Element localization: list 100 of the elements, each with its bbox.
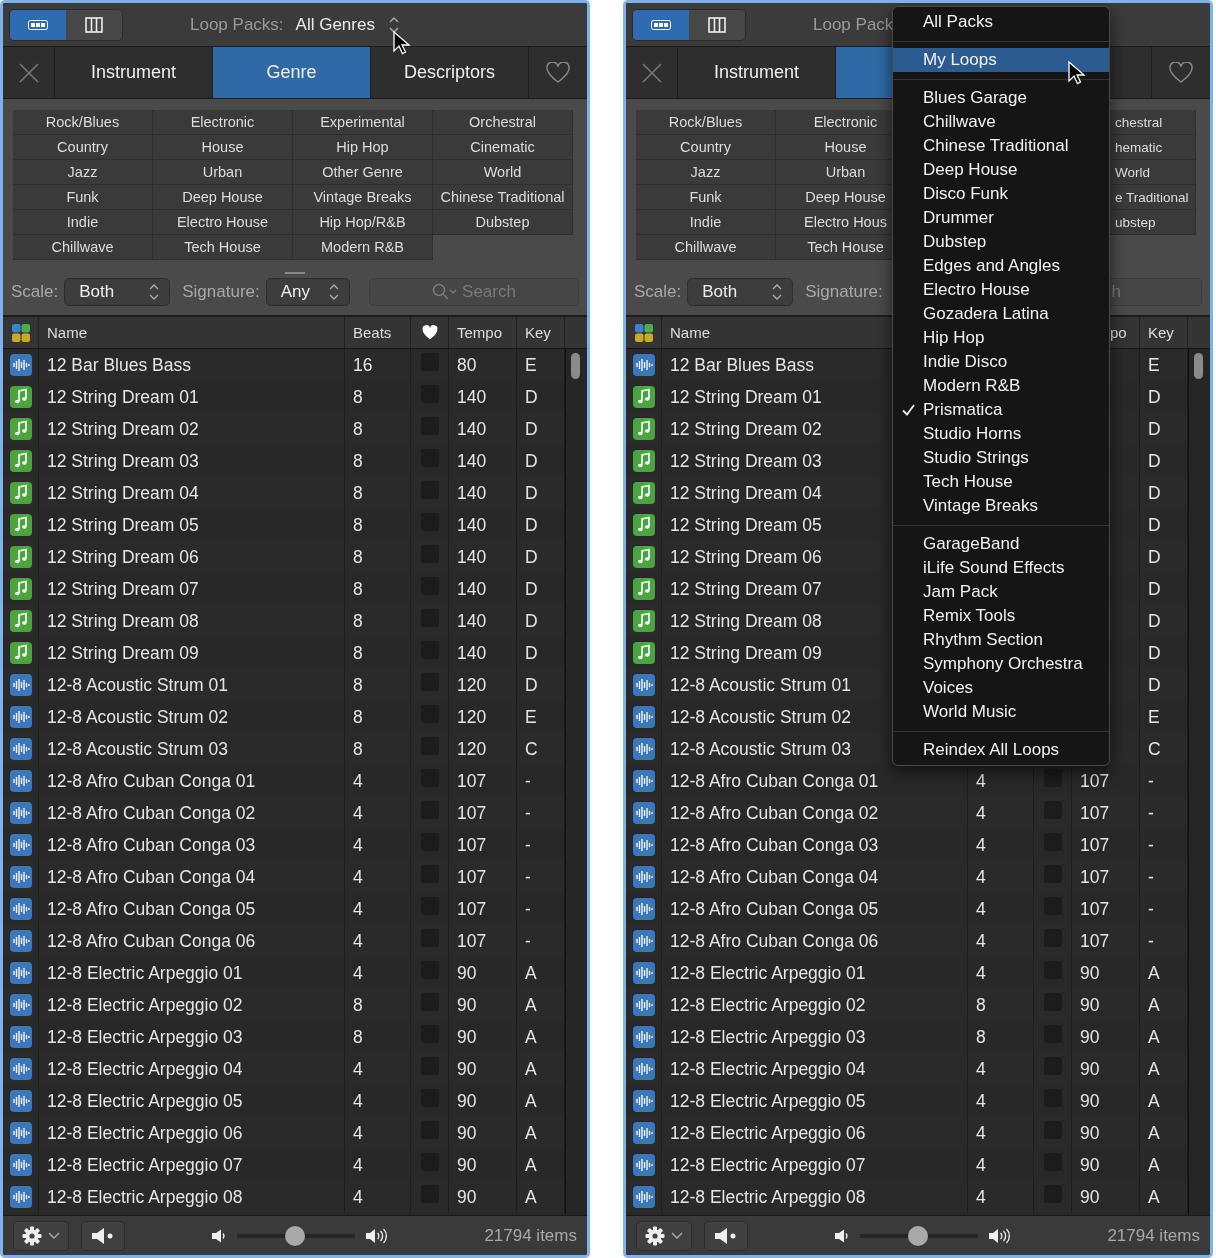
view-toggle[interactable] [10, 9, 66, 40]
music-note-icon [9, 418, 32, 440]
genre-button[interactable]: Indie [13, 210, 153, 235]
view-toggle[interactable] [689, 9, 745, 40]
heart-icon[interactable] [421, 325, 438, 340]
scrollbar-thumb[interactable] [1194, 353, 1203, 379]
column-header[interactable]: Key [525, 324, 551, 341]
genre-button[interactable]: Indie [636, 210, 776, 235]
settings-button[interactable] [636, 1220, 692, 1251]
genre-button[interactable]: Urban [153, 160, 293, 185]
gear-icon [645, 1225, 665, 1246]
column-header[interactable]: Tempo [457, 324, 503, 341]
column-header[interactable]: Key [1148, 324, 1174, 341]
gear-icon [22, 1225, 42, 1246]
genre-button[interactable]: Chinese Traditional [433, 185, 573, 210]
music-note-icon [632, 610, 655, 632]
genre-button[interactable]: Deep House [153, 185, 293, 210]
column-header[interactable]: po [1110, 324, 1127, 341]
genre-button[interactable]: Jazz [636, 160, 776, 185]
genre-button[interactable]: Chillwave [636, 235, 776, 260]
signature-select[interactable]: Any [265, 278, 350, 306]
view-toggle[interactable] [66, 9, 122, 40]
waveform-icon [632, 962, 655, 984]
genre-button[interactable]: Rock/Blues [636, 110, 776, 135]
music-note-icon [632, 450, 655, 472]
music-note-icon [632, 482, 655, 504]
waveform-icon [9, 1154, 32, 1176]
scale-label: Scale: [634, 282, 682, 302]
genre-button[interactable]: Hip Hop [293, 135, 433, 160]
music-note-icon [9, 578, 32, 600]
genre-button[interactable]: Electro House [153, 210, 293, 235]
preview-speaker-button[interactable] [704, 1220, 748, 1251]
volume-low-icon [834, 1228, 850, 1243]
waveform-icon [9, 930, 32, 952]
menu-item[interactable]: Blues Garage [893, 86, 1109, 110]
loop-packs-value[interactable]: All Genres [295, 14, 375, 35]
color-grid-icon[interactable] [634, 323, 653, 342]
genre-button[interactable]: Cinematic [433, 135, 573, 160]
slider-thumb[interactable] [907, 1225, 928, 1246]
tempo-cell: 90 [449, 1181, 517, 1213]
heart-icon [546, 61, 570, 84]
genre-button[interactable]: Funk [636, 185, 776, 210]
volume-low-icon [211, 1228, 227, 1243]
list-view-icon [28, 19, 48, 30]
genre-button[interactable]: World [433, 160, 573, 185]
settings-button[interactable] [13, 1220, 69, 1251]
waveform-icon [9, 738, 32, 760]
list-view-icon [651, 19, 671, 30]
waveform-icon [9, 1090, 32, 1112]
genre-button[interactable]: Other Genre [293, 160, 433, 185]
genre-button[interactable]: Country [13, 135, 153, 160]
scale-select[interactable]: Both [64, 278, 171, 306]
genre-button[interactable]: Orchestral [433, 110, 573, 135]
preview-speaker-button[interactable] [81, 1220, 125, 1251]
genre-button[interactable]: Country [636, 135, 776, 160]
waveform-icon [632, 770, 655, 792]
volume-high-icon [988, 1227, 1012, 1244]
waveform-icon [632, 802, 655, 824]
waveform-icon [9, 834, 32, 856]
caret-icon [48, 1231, 60, 1240]
waveform-icon [9, 1026, 32, 1048]
genre-button[interactable]: Chillwave [13, 235, 153, 260]
menu-item[interactable]: My Loops [893, 48, 1109, 72]
menu-item[interactable]: Electro House [893, 278, 1109, 302]
waveform-icon [9, 898, 32, 920]
genre-button[interactable]: Funk [13, 185, 153, 210]
menu-item[interactable]: All Packs [893, 10, 1109, 34]
genre-button[interactable]: Jazz [13, 160, 153, 185]
waveform-icon [632, 1154, 655, 1176]
column-header[interactable]: Name [670, 324, 710, 341]
view-toggle[interactable] [633, 9, 689, 40]
signature-label: Signature: [805, 282, 883, 302]
tab[interactable]: Genre [213, 47, 371, 98]
music-note-icon [632, 642, 655, 664]
music-note-icon [9, 482, 32, 504]
column-header[interactable]: Name [47, 324, 87, 341]
genre-button[interactable]: Dubstep [433, 210, 573, 235]
genre-button[interactable]: Modern R&B [293, 235, 433, 260]
scale-label: Scale: [11, 282, 59, 302]
slider-thumb[interactable] [284, 1225, 305, 1246]
genre-button[interactable]: Tech House [153, 235, 293, 260]
genre-button[interactable]: Experimental [293, 110, 433, 135]
music-note-icon [9, 514, 32, 536]
music-note-icon [9, 450, 32, 472]
genre-button[interactable]: Rock/Blues [13, 110, 153, 135]
waveform-icon [632, 1090, 655, 1112]
scrollbar-thumb[interactable] [571, 353, 580, 379]
color-grid-icon[interactable] [11, 323, 30, 342]
genre-button[interactable]: Hip Hop/R&B [293, 210, 433, 235]
waveform-icon [632, 354, 655, 376]
column-header[interactable]: Beats [353, 324, 392, 341]
menu-item[interactable]: Gozadera Latina [893, 302, 1109, 326]
stepper-icon [772, 283, 783, 301]
scale-select[interactable]: Both [687, 278, 794, 306]
genre-button[interactable]: Electronic [153, 110, 293, 135]
loop-packs-label: Loop Pack [813, 14, 894, 35]
waveform-icon [9, 1122, 32, 1144]
genre-button[interactable]: Vintage Breaks [293, 185, 433, 210]
genre-button[interactable]: House [153, 135, 293, 160]
menu-item[interactable]: Hip Hop [893, 326, 1109, 350]
